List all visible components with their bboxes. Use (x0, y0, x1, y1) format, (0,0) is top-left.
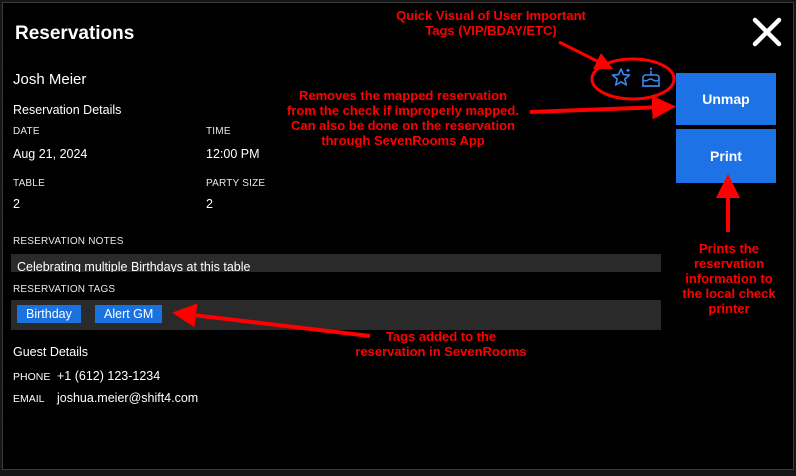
annotation-print: Prints the reservation information to th… (668, 241, 790, 316)
annotation-unmap-line1: Removes the mapped reservation (298, 88, 508, 103)
annotation-tags-line2: reservation in SevenRooms (355, 344, 527, 359)
annotation-tags-line1: Tags added to the (385, 329, 497, 344)
annotation-print-line3: information to (685, 271, 773, 286)
tags-visual-arrow (558, 40, 614, 70)
annotation-arrows (172, 40, 740, 338)
annotation-tags-visual-line2: Tags (VIP/BDAY/ETC) (425, 23, 557, 38)
annotation-print-line4: the local check (682, 286, 776, 301)
annotation-unmap-line3: Can also be done on the reservation (291, 118, 515, 133)
annotation-print-line1: Prints the (699, 241, 759, 256)
annotation-tags-visual: Quick Visual of User Important Tags (VIP… (360, 8, 622, 38)
annotation-print-line2: reservation (693, 256, 765, 271)
annotation-tags-visual-line1: Quick Visual of User Important (396, 8, 586, 23)
annotation-unmap-line4: through SevenRooms App (321, 133, 485, 148)
annotation-unmap-line2: from the check if improperly mapped. (287, 103, 519, 118)
unmap-arrow (529, 95, 676, 120)
annotation-unmap: Removes the mapped reservation from the … (258, 88, 548, 148)
annotation-tags: Tags added to the reservation in SevenRo… (330, 329, 552, 359)
annotation-print-line5: printer (708, 301, 750, 316)
